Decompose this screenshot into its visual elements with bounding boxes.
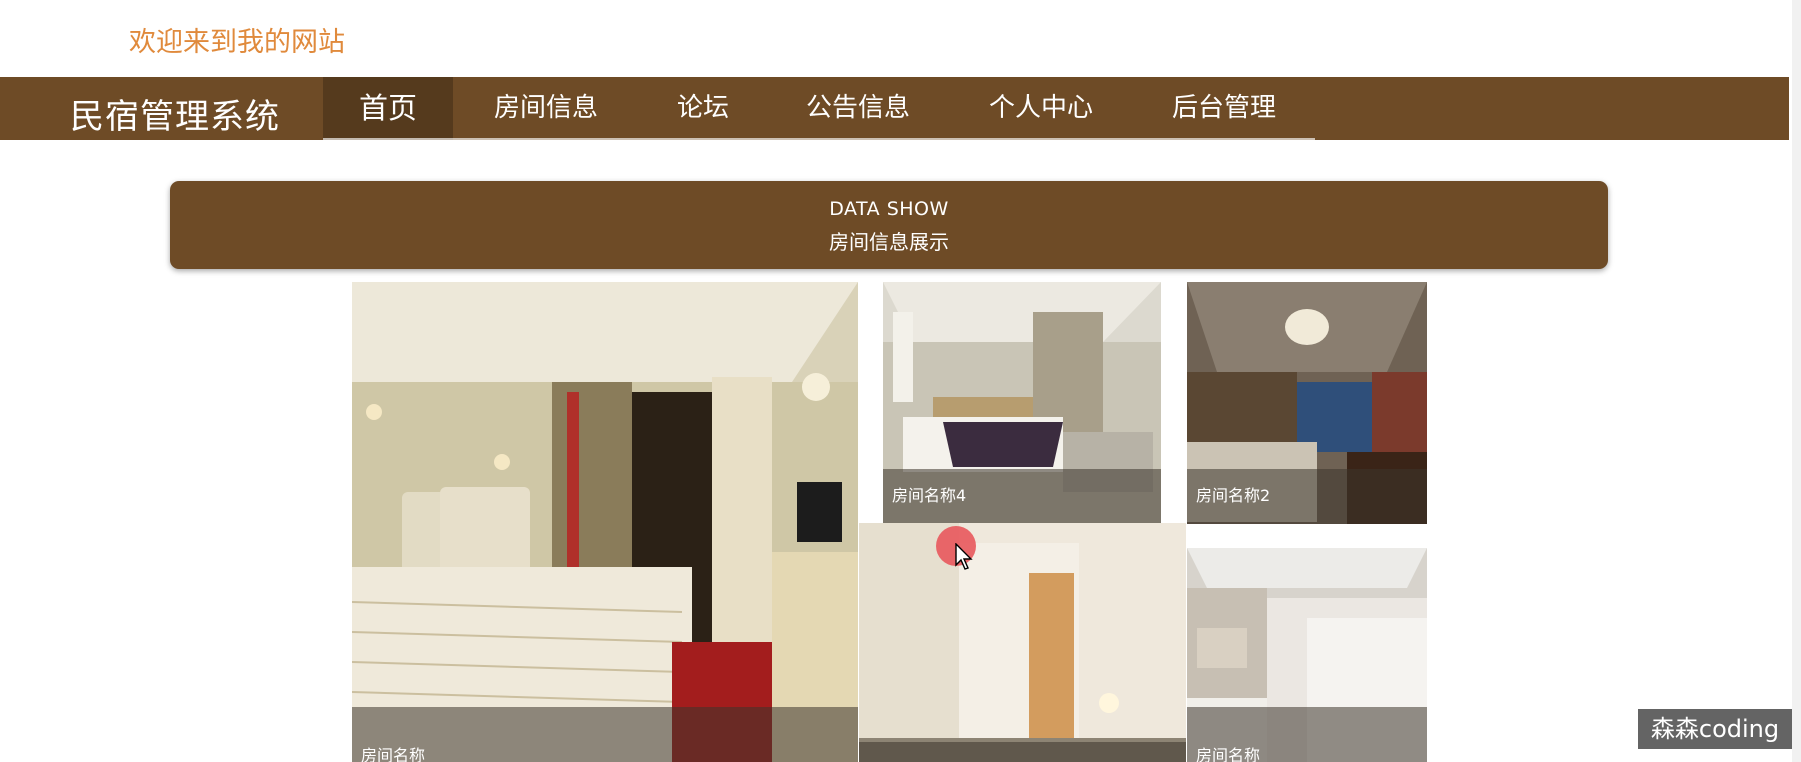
room-card[interactable]: 房间名称2 xyxy=(1187,282,1427,524)
section-title-cn: 房间信息展示 xyxy=(829,230,949,254)
mouse-cursor-icon xyxy=(955,543,973,570)
room-name: 房间名称 xyxy=(361,746,426,762)
room-name: 房间名称4 xyxy=(892,486,967,505)
room-caption: 房间名称2 xyxy=(1187,469,1427,524)
welcome-text: 欢迎来到我的网站 xyxy=(129,27,345,58)
site-brand[interactable]: 民宿管理系统 xyxy=(70,89,280,138)
room-name: 房间名称2 xyxy=(1196,486,1271,505)
room-name: 房间名称 xyxy=(1196,746,1261,762)
page-scrollbar[interactable] xyxy=(1792,0,1801,762)
nav-personal-center[interactable]: 个人中心 xyxy=(949,77,1133,140)
room-card[interactable]: 房间名称 xyxy=(352,282,858,762)
room-photo xyxy=(352,282,858,762)
room-caption: 房间名称 xyxy=(352,707,858,762)
data-show-banner: DATA SHOW 房间信息展示 xyxy=(170,181,1608,269)
nav-home[interactable]: 首页 xyxy=(323,77,453,140)
nav-notices[interactable]: 公告信息 xyxy=(767,77,949,140)
nav-rooms[interactable]: 房间信息 xyxy=(453,77,639,140)
nav-admin[interactable]: 后台管理 xyxy=(1133,77,1315,140)
nav-forum[interactable]: 论坛 xyxy=(639,77,767,140)
room-card[interactable]: 房间名称 xyxy=(1187,548,1427,762)
room-caption xyxy=(859,742,1186,762)
room-caption: 房间名称4 xyxy=(883,469,1161,524)
room-card[interactable]: 房间名称4 xyxy=(883,282,1161,524)
watermark: 森森coding xyxy=(1638,709,1792,749)
room-photo xyxy=(859,523,1186,762)
top-navbar: 民宿管理系统 首页 房间信息 论坛 公告信息 个人中心 后台管理 xyxy=(0,77,1789,140)
room-card[interactable] xyxy=(859,523,1186,762)
room-caption: 房间名称 xyxy=(1187,707,1427,762)
section-title-en: DATA SHOW xyxy=(829,198,949,220)
